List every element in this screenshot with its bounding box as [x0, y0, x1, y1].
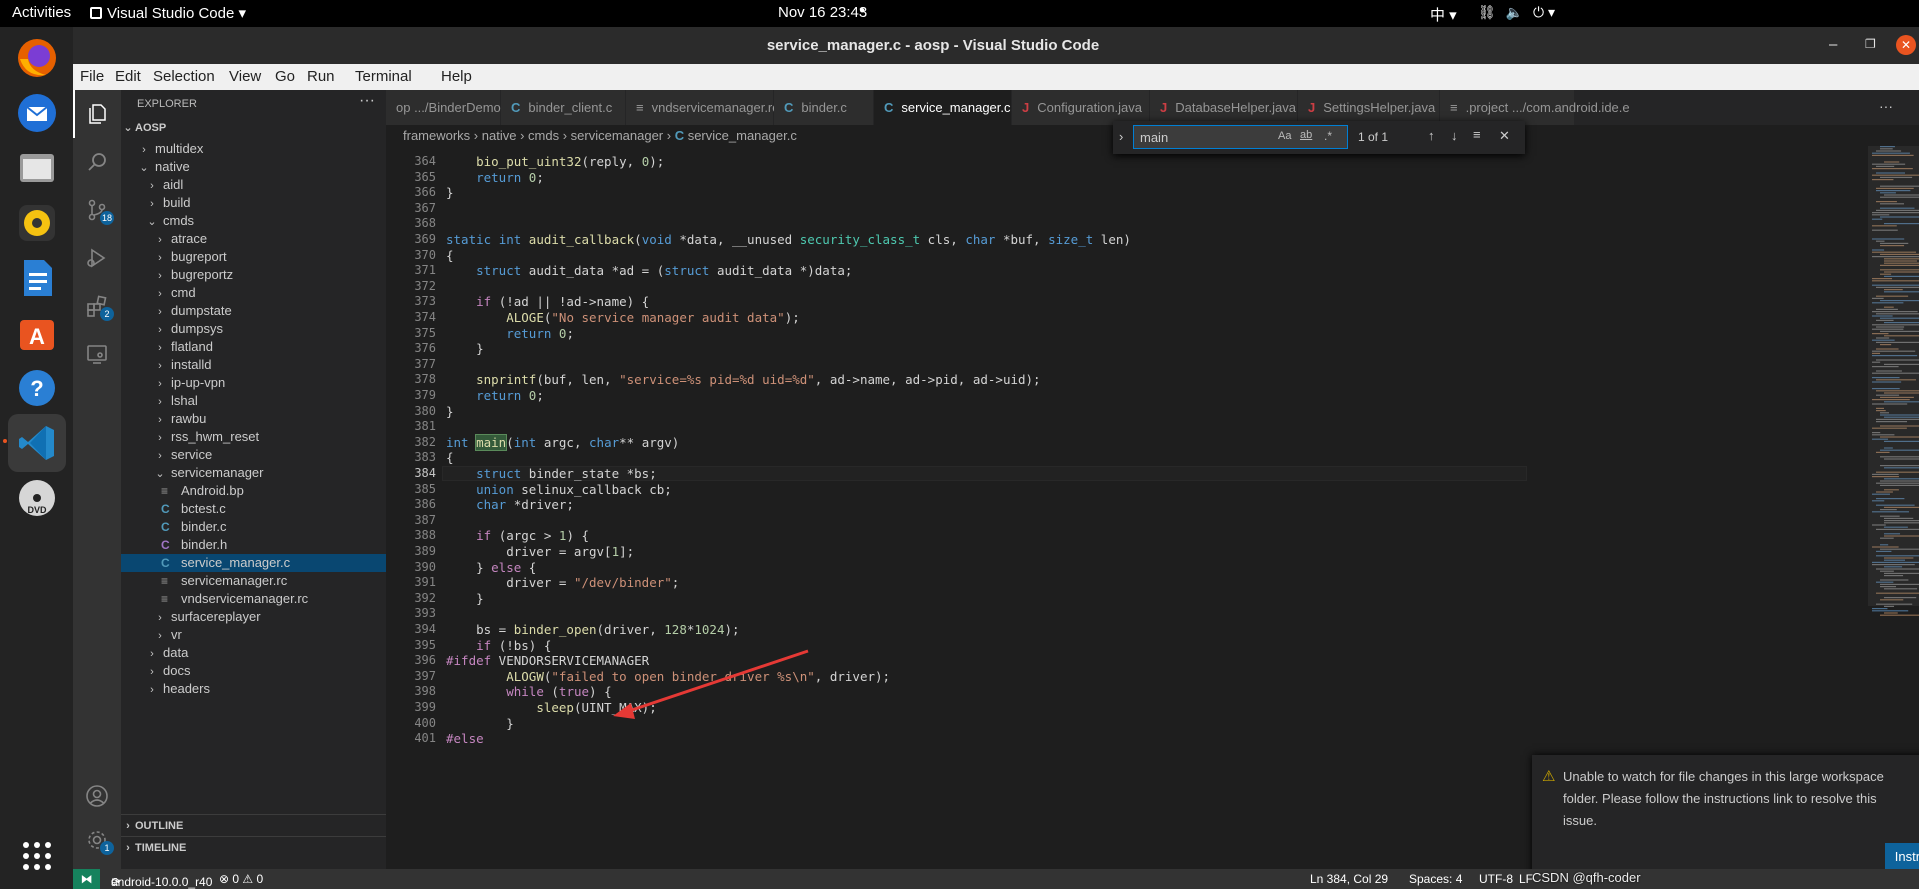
notification-toast: ⚠ Unable to watch for file changes in th… [1532, 755, 1919, 881]
vscode-app-icon [90, 7, 102, 19]
tray-caret-icon: ▾ [1547, 4, 1555, 20]
clock[interactable]: Nov 16 23:43 [778, 4, 867, 21]
status-bar: ⧓ ⑂ android-10.0.0_r40 ⟳ ⊗ 0 ⚠ 0 Ln 384,… [73, 869, 1919, 889]
branch-name: android-10.0.0_r40 [111, 875, 213, 889]
thunderbird-icon[interactable] [8, 84, 66, 142]
notification-message: Unable to watch for file changes in this… [1563, 769, 1884, 828]
app-menu[interactable]: Visual Studio Code ▾ [90, 4, 246, 22]
svg-text:DVD: DVD [27, 505, 47, 515]
instructions-button[interactable]: Instructions [1885, 843, 1919, 870]
power-icon: ⏻ [1533, 4, 1545, 20]
svg-text:A: A [29, 324, 45, 349]
svg-text:?: ? [30, 376, 43, 401]
app-name: Visual Studio Code [107, 5, 235, 22]
input-method-indicator[interactable]: 中 ▾ [1430, 4, 1457, 25]
network-icon: ⛓ [1478, 4, 1496, 20]
volume-icon: 🔈 [1505, 4, 1524, 20]
line-ending[interactable]: LF [1519, 872, 1533, 886]
activities-button[interactable]: Activities [12, 4, 71, 21]
problems-indicator[interactable]: ⊗ 0 ⚠ 0 [219, 872, 263, 886]
dvd-icon[interactable]: DVD [8, 469, 66, 527]
software-center-icon[interactable]: A [8, 304, 66, 362]
system-top-bar: Activities Visual Studio Code ▾ Nov 16 2… [0, 0, 1919, 27]
sync-icon: ⟳ [111, 875, 122, 889]
cursor-position[interactable]: Ln 384, Col 29 [1310, 872, 1388, 886]
libreoffice-writer-icon[interactable] [8, 249, 66, 307]
dropdown-caret-icon: ▾ [238, 5, 247, 22]
remote-indicator-icon[interactable]: ⧓ [73, 869, 100, 889]
watermark: CSDN @qfh-coder [1532, 870, 1641, 885]
vscode-dock-icon[interactable] [8, 414, 66, 472]
ime-label: 中 [1430, 7, 1446, 24]
vscode-window: service_manager.c - aosp - Visual Studio… [73, 27, 1919, 889]
firefox-icon[interactable] [8, 29, 66, 87]
files-icon[interactable] [8, 139, 66, 197]
recording-dot-icon: ● [859, 5, 866, 16]
warning-icon: ⚠ [1542, 768, 1556, 785]
dock: A ? DVD [0, 27, 73, 889]
indentation[interactable]: Spaces: 4 [1409, 872, 1462, 886]
show-applications-icon[interactable] [8, 827, 66, 885]
encoding[interactable]: UTF-8 [1479, 872, 1513, 886]
system-tray[interactable]: ⛓ 🔈 ⏻ ▾ [1478, 4, 1555, 21]
rhythmbox-icon[interactable] [8, 194, 66, 252]
help-icon[interactable]: ? [8, 359, 66, 417]
running-indicator [3, 439, 7, 443]
